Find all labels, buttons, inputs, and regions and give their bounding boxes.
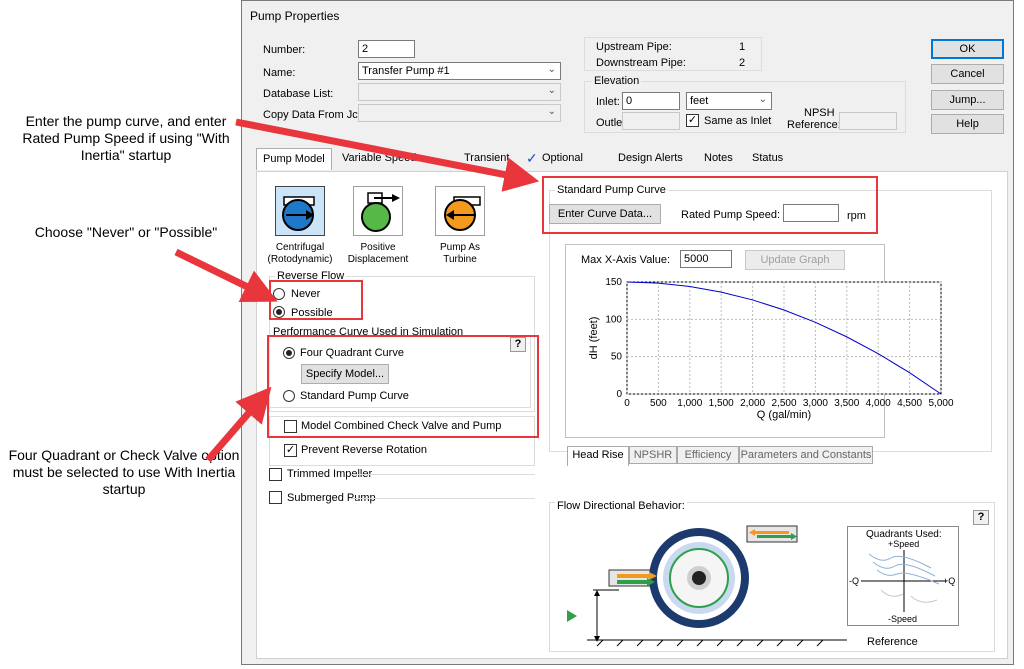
callout-arrows <box>174 118 540 463</box>
arrow-to-reverse <box>174 248 278 303</box>
arrow-to-curve <box>235 118 540 192</box>
arrow-to-curve-options <box>205 386 272 463</box>
